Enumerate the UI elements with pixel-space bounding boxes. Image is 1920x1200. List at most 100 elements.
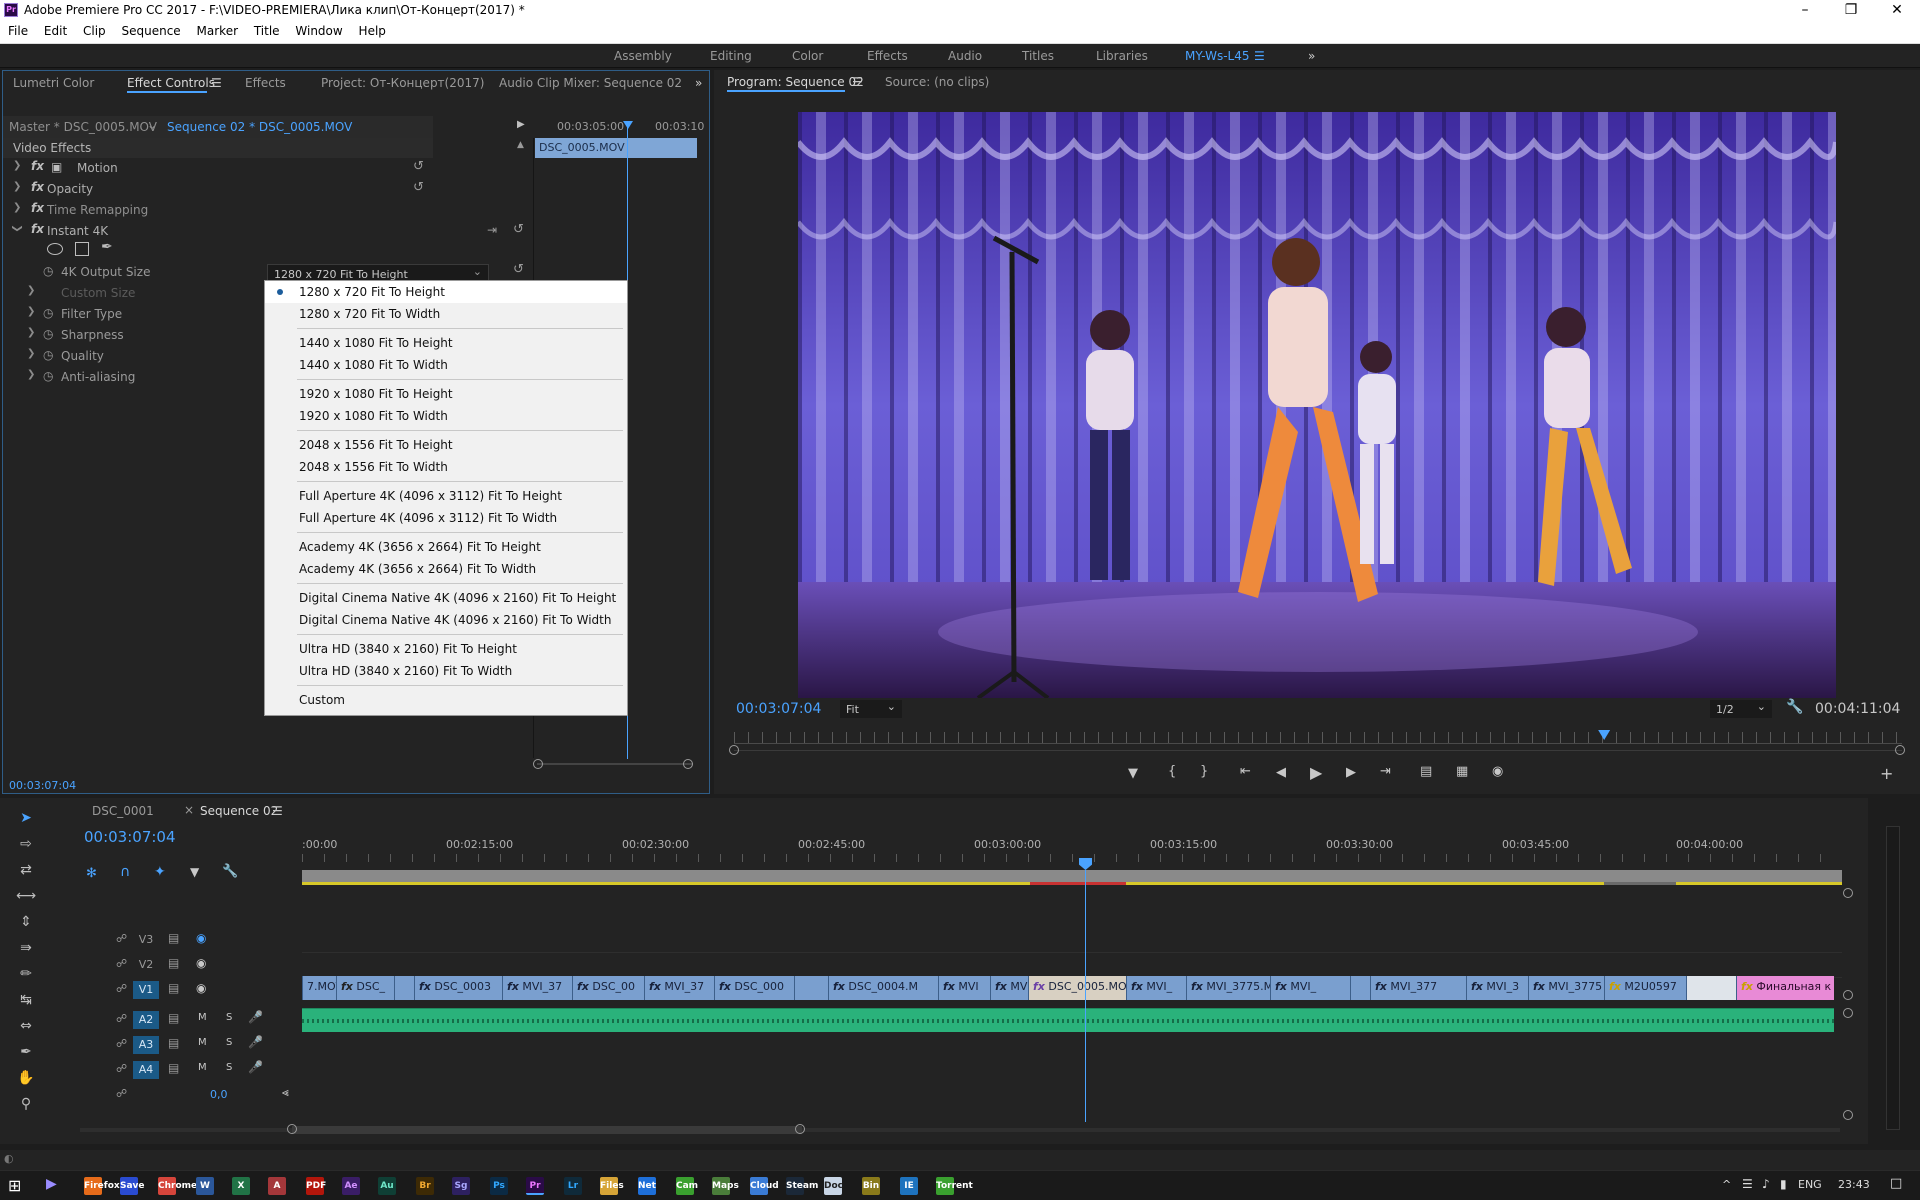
tray-volume-icon[interactable]: ♪ xyxy=(1762,1177,1770,1191)
menu-window[interactable]: Window xyxy=(287,22,346,38)
restore-button[interactable]: ❐ xyxy=(1828,0,1874,22)
dropdown-option[interactable]: 2048 x 1556 Fit To Width xyxy=(265,456,627,478)
maps-icon[interactable]: Maps xyxy=(712,1177,739,1195)
camtasia-icon[interactable]: Cam xyxy=(676,1177,698,1195)
menu-clip[interactable]: Clip xyxy=(75,22,110,38)
tab-effects[interactable]: Effects xyxy=(245,76,286,90)
clip-v1[interactable]: fx MVI_37 xyxy=(644,976,714,1000)
tab-project[interactable]: Project: От-Концерт(2017) xyxy=(321,76,484,90)
track-select-tool-icon[interactable]: ⇨ xyxy=(16,836,36,856)
effect-row-instant-4k[interactable]: ❯ fx Instant 4K ⇥ ↺ xyxy=(3,221,524,241)
timeline-playhead[interactable] xyxy=(1085,870,1086,1122)
dropdown-option[interactable]: 1280 x 720 Fit To Width xyxy=(265,303,627,325)
chrome-icon[interactable]: Chrome xyxy=(158,1177,197,1195)
motion-transform-icon[interactable]: ▣ xyxy=(51,160,62,174)
timeline-scroll-thumb[interactable] xyxy=(292,1126,802,1134)
effect-row-opacity[interactable]: ❯ fx Opacity ↺ xyxy=(3,179,433,199)
extract-icon[interactable]: ▦ xyxy=(1456,764,1468,779)
excel-icon[interactable]: X xyxy=(232,1177,250,1195)
ripple-edit-tool-icon[interactable]: ⇄ xyxy=(16,862,36,882)
workspace-assembly[interactable]: Assembly xyxy=(614,49,672,63)
clip-v1[interactable] xyxy=(1350,976,1370,1000)
eye-toggle-off-icon[interactable]: ◉ xyxy=(196,931,206,945)
hand-tool-icon[interactable]: ✋ xyxy=(16,1070,36,1090)
program-scroll-bar[interactable] xyxy=(734,750,1902,751)
step-back-icon[interactable]: ◀ xyxy=(1276,765,1286,780)
tray-battery-icon[interactable]: ▮ xyxy=(1780,1177,1787,1191)
steam-icon[interactable]: Steam xyxy=(786,1177,818,1195)
program-menu-icon[interactable]: ☰ xyxy=(852,75,863,89)
v-scroll-handle[interactable] xyxy=(1843,1008,1853,1018)
tab-source[interactable]: Source: (no clips) xyxy=(885,75,989,89)
zoom-tool-icon[interactable]: ⚲ xyxy=(16,1096,36,1116)
ec-zoom-handle-left[interactable] xyxy=(533,759,543,769)
action-center-icon[interactable]: □ xyxy=(1890,1176,1902,1191)
menu-edit[interactable]: Edit xyxy=(36,22,71,38)
track-label-v3[interactable]: V3 xyxy=(133,931,159,949)
timeline-ruler[interactable]: :00:00 00:02:15:00 00:02:30:00 00:02:45:… xyxy=(302,838,1842,868)
go-to-out-icon[interactable]: ⇥ xyxy=(1380,764,1391,779)
play-button-icon[interactable]: ▶ xyxy=(1310,763,1322,782)
speedgrade-icon[interactable]: Sg xyxy=(452,1177,470,1195)
dropdown-option[interactable]: 1440 x 1080 Fit To Height xyxy=(265,332,627,354)
export-frame-camera-icon[interactable]: ◉ xyxy=(1492,764,1503,779)
lift-icon[interactable]: ▤ xyxy=(1420,764,1432,779)
reset-icon[interactable]: ↺ xyxy=(513,262,524,277)
dropdown-option[interactable]: Digital Cinema Native 4K (4096 x 2160) F… xyxy=(265,587,627,609)
chevron-down-icon[interactable]: ⌄ xyxy=(147,118,157,132)
workspace-color[interactable]: Color xyxy=(792,49,823,63)
reset-icon[interactable]: ↺ xyxy=(413,180,424,195)
workspace-editing[interactable]: Editing xyxy=(710,49,752,63)
close-window-button[interactable]: ✕ xyxy=(1874,0,1920,22)
master-clip-label[interactable]: Master * DSC_0005.MOV xyxy=(9,120,157,134)
sync-lock-icon[interactable]: ▤ xyxy=(168,1036,179,1050)
cloud-icon[interactable]: Cloud xyxy=(750,1177,779,1195)
stopwatch-icon[interactable]: ◷ xyxy=(43,306,53,320)
fx-badge-icon[interactable]: fx xyxy=(31,222,44,236)
dropdown-option[interactable]: 1920 x 1080 Fit To Width xyxy=(265,405,627,427)
ec-timecode[interactable]: 00:03:07:04 xyxy=(9,779,76,792)
tray-network-icon[interactable]: ☰ xyxy=(1742,1177,1753,1191)
solo-button[interactable]: S xyxy=(226,1012,232,1023)
lightroom-icon[interactable]: Lr xyxy=(564,1177,582,1195)
rate-stretch-tool-icon[interactable]: ⇕ xyxy=(16,914,36,934)
step-forward-icon[interactable]: ▶ xyxy=(1346,765,1356,780)
expand-arrow-icon[interactable]: ❯ xyxy=(13,202,21,213)
audio-clip-a2[interactable] xyxy=(302,1008,1834,1032)
lock-icon[interactable]: ☍ xyxy=(116,957,127,970)
expand-arrow-icon[interactable]: ❯ xyxy=(27,306,35,317)
clip-v1[interactable]: fx M2U0597 xyxy=(1604,976,1686,1000)
clip-v1[interactable]: fx MVI_ xyxy=(1270,976,1350,1000)
play-triangle-icon[interactable]: ▶ xyxy=(517,119,525,130)
work-area-bar[interactable] xyxy=(302,870,1842,882)
photoshop-icon[interactable]: Ps xyxy=(490,1177,508,1195)
clip-v1-selected[interactable]: fx DSC_0005.MO xyxy=(1028,976,1126,1000)
timeline-scroll-handle-left[interactable] xyxy=(287,1124,297,1134)
tab-sequence-02[interactable]: Sequence 02 xyxy=(200,804,278,818)
bridge-icon[interactable]: Br xyxy=(416,1177,434,1195)
clip-v1[interactable]: fx MVI_3775.M xyxy=(1186,976,1270,1000)
premiere-taskbar-icon[interactable]: Pr xyxy=(526,1177,544,1195)
clip-v1[interactable]: fx MVI xyxy=(938,976,990,1000)
clip-v1[interactable] xyxy=(794,976,828,1000)
v-scroll-handle[interactable] xyxy=(1843,1110,1853,1120)
menu-sequence[interactable]: Sequence xyxy=(114,22,185,38)
clip-v1[interactable]: fx MVI_3 xyxy=(1466,976,1528,1000)
master-volume-value[interactable]: 0,0 xyxy=(210,1088,228,1101)
slip-tool-icon[interactable]: ↹ xyxy=(16,992,36,1012)
clip-v1[interactable]: fx MVI xyxy=(990,976,1028,1000)
menu-marker[interactable]: Marker xyxy=(189,22,242,38)
clip-v1[interactable]: fx DSC_0004.M xyxy=(828,976,938,1000)
save-disk-icon[interactable]: Save xyxy=(120,1177,145,1195)
lock-icon[interactable]: ☍ xyxy=(116,932,127,945)
tray-up-arrow-icon[interactable]: ^ xyxy=(1722,1178,1731,1191)
go-to-in-icon[interactable]: ⇤ xyxy=(1240,764,1251,779)
ec-zoom-bar[interactable] xyxy=(537,763,693,765)
expand-arrow-icon[interactable]: ❯ xyxy=(27,285,35,296)
expanded-arrow-icon[interactable]: ❯ xyxy=(12,224,23,232)
dropdown-option[interactable]: Digital Cinema Native 4K (4096 x 2160) F… xyxy=(265,609,627,631)
timeline-menu-icon[interactable]: ☰ xyxy=(272,804,283,818)
dropdown-option[interactable]: 1920 x 1080 Fit To Height xyxy=(265,383,627,405)
clip-v1[interactable]: fx DSC_ xyxy=(336,976,394,1000)
clip-v1[interactable]: 7.MOV xyxy=(302,976,336,1000)
